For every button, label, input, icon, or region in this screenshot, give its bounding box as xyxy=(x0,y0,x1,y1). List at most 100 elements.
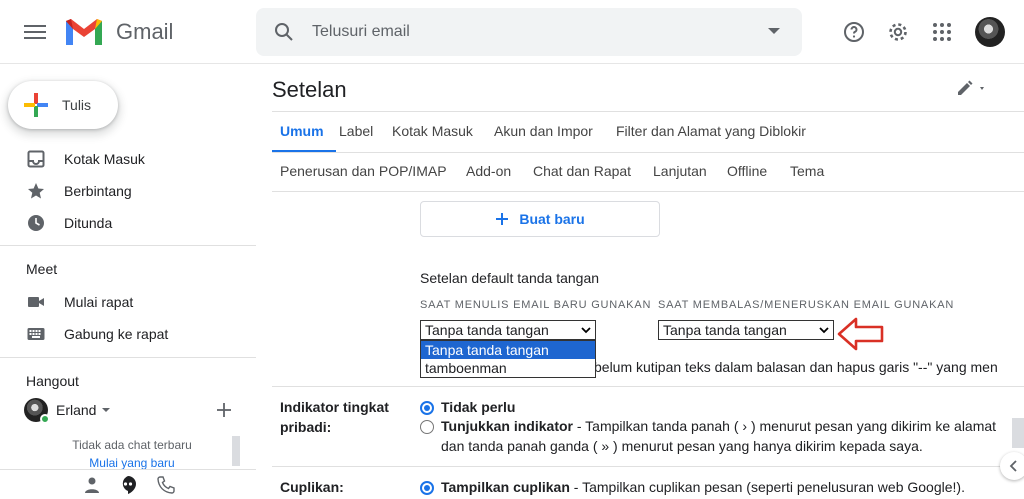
main-menu-icon[interactable] xyxy=(22,21,48,43)
search-input[interactable] xyxy=(312,18,752,46)
online-status-dot xyxy=(40,414,50,424)
main-scrollbar[interactable] xyxy=(1012,418,1024,448)
hangouts-icon[interactable] xyxy=(118,475,138,495)
reply-signature-label: SAAT MEMBALAS/MENERUSKAN EMAIL GUNAKAN xyxy=(658,299,955,311)
plus-icon xyxy=(496,213,509,225)
app-name: Gmail xyxy=(116,19,174,44)
show-indicator-radio[interactable] xyxy=(420,420,434,434)
no-indicator-label: Tidak perlu xyxy=(441,399,516,415)
tab-chat-meet[interactable]: Chat dan Rapat xyxy=(533,163,631,179)
sidebar-item-snoozed[interactable]: Ditunda xyxy=(0,207,256,239)
hangout-bottom-bar xyxy=(0,469,256,499)
show-indicator-label: Tunjukkan indikator xyxy=(441,418,573,434)
hangout-avatar xyxy=(24,398,50,424)
tab-accounts-import[interactable]: Akun dan Impor xyxy=(494,123,593,139)
show-snippets-option: Tampilkan cuplikan - Tampilkan cuplikan … xyxy=(441,477,965,497)
clock-icon xyxy=(28,215,44,231)
tabs-divider xyxy=(272,191,1024,192)
tab-general[interactable]: Umum xyxy=(280,123,324,139)
sidebar-item-label: Gabung ke rapat xyxy=(64,326,169,342)
no-chat-text: Tidak ada chat terbaru xyxy=(72,438,192,452)
sidebar: Tulis Kotak Masuk Berbintang Ditunda Mee… xyxy=(0,64,256,499)
sidebar-item-start-meeting[interactable]: Mulai rapat xyxy=(0,286,256,318)
sidebar-scrollbar[interactable] xyxy=(232,436,240,466)
new-email-signature-label: SAAT MENULIS EMAIL BARU GUNAKAN xyxy=(420,299,652,311)
snippets-label: Cuplikan: xyxy=(280,479,344,495)
side-panel-toggle[interactable] xyxy=(1000,452,1024,480)
sidebar-item-join-meeting[interactable]: Gabung ke rapat xyxy=(0,318,256,350)
hangout-section-title: Hangout xyxy=(26,373,79,389)
compose-button[interactable]: Tulis xyxy=(8,81,118,129)
sidebar-item-label: Mulai rapat xyxy=(64,294,134,310)
dropdown-option[interactable]: tamboenman xyxy=(421,359,595,377)
phone-icon[interactable] xyxy=(156,475,176,495)
search-icon[interactable] xyxy=(272,20,296,44)
page-title: Setelan xyxy=(272,77,347,102)
top-bar: Gmail xyxy=(0,0,1024,64)
sidebar-item-label: Berbintang xyxy=(64,183,132,199)
help-icon[interactable] xyxy=(842,20,866,44)
add-chat-icon[interactable] xyxy=(216,402,232,418)
section-divider xyxy=(272,386,1024,387)
new-email-signature-value: Tanpa tanda tangan xyxy=(425,322,549,338)
gmail-m-icon xyxy=(66,19,102,45)
tab-forwarding-pop[interactable]: Penerusan dan POP/IMAP xyxy=(280,163,447,179)
tab-offline[interactable]: Offline xyxy=(727,163,767,179)
meet-section-title: Meet xyxy=(26,261,58,277)
personal-indicator-label-line2: pribadi: xyxy=(280,419,332,435)
create-signature-button[interactable]: Buat baru xyxy=(420,201,660,237)
sidebar-item-inbox[interactable]: Kotak Masuk xyxy=(0,143,256,175)
inbox-icon xyxy=(27,150,45,168)
tab-advanced[interactable]: Lanjutan xyxy=(653,163,707,179)
chevron-down-icon[interactable] xyxy=(102,408,111,412)
new-email-signature-select[interactable]: Tanpa tanda tangan xyxy=(420,320,596,340)
hangout-user-name: Erland xyxy=(56,402,97,418)
tab-inbox[interactable]: Kotak Masuk xyxy=(392,123,473,139)
reply-signature-select[interactable]: Tanpa tanda tangan xyxy=(658,320,834,340)
tab-filters-blocked[interactable]: Filter dan Alamat yang Diblokir xyxy=(616,123,806,139)
search-bar xyxy=(256,8,802,56)
tab-labels[interactable]: Label xyxy=(339,123,373,139)
reply-signature-value: Tanpa tanda tangan xyxy=(663,322,787,338)
pencil-icon[interactable] xyxy=(956,80,988,98)
apps-grid-icon[interactable] xyxy=(930,20,954,44)
video-camera-icon xyxy=(28,297,44,307)
sidebar-item-starred[interactable]: Berbintang xyxy=(0,175,256,207)
gmail-logo[interactable]: Gmail xyxy=(64,16,173,48)
settings-main: Setelan Umum Label Kotak Masuk Akun dan … xyxy=(256,64,1024,498)
tab-addons[interactable]: Add-on xyxy=(466,163,511,179)
keyboard-icon xyxy=(27,328,45,340)
signature-placement-text: belum kutipan teks dalam balasan dan hap… xyxy=(594,359,998,375)
sidebar-item-label: Ditunda xyxy=(64,215,113,231)
dropdown-option[interactable]: Tanpa tanda tangan xyxy=(421,341,595,359)
person-icon[interactable] xyxy=(82,475,102,495)
title-divider xyxy=(272,111,1024,112)
show-snippets-description: - Tampilkan cuplikan pesan (seperti pene… xyxy=(569,479,965,495)
create-signature-label: Buat baru xyxy=(519,211,585,227)
gear-icon[interactable] xyxy=(886,20,910,44)
chevron-down-icon xyxy=(819,327,829,334)
start-new-chat-link[interactable]: Mulai yang baru xyxy=(24,456,240,470)
sidebar-item-label: Kotak Masuk xyxy=(64,151,145,167)
chevron-down-icon xyxy=(581,327,591,334)
chevron-left-icon xyxy=(1009,460,1017,472)
sidebar-divider xyxy=(0,357,256,358)
star-icon xyxy=(28,183,44,199)
no-indicator-radio[interactable] xyxy=(420,401,434,415)
no-indicator-option: Tidak perlu xyxy=(441,397,515,417)
compose-plus-icon xyxy=(24,93,48,117)
personal-indicator-label: Indikator tingkat pribadi: xyxy=(280,397,389,437)
sidebar-divider xyxy=(0,245,256,246)
compose-label: Tulis xyxy=(62,97,92,113)
personal-indicator-label-line1: Indikator tingkat xyxy=(280,399,389,415)
search-options-icon[interactable] xyxy=(768,28,780,34)
show-indicator-description-line2: dan tanda panah ganda ( » ) menurut pesa… xyxy=(441,438,923,454)
signature-defaults-heading: Setelan default tanda tangan xyxy=(420,270,600,286)
section-divider xyxy=(272,466,1024,467)
tab-themes[interactable]: Tema xyxy=(790,163,824,179)
show-snippets-radio[interactable] xyxy=(420,481,434,495)
hangout-user[interactable]: Erland xyxy=(24,398,111,424)
show-indicator-option: Tunjukkan indikator - Tampilkan tanda pa… xyxy=(441,416,996,436)
account-avatar[interactable] xyxy=(975,17,1005,47)
show-snippets-label: Tampilkan cuplikan xyxy=(441,479,570,495)
